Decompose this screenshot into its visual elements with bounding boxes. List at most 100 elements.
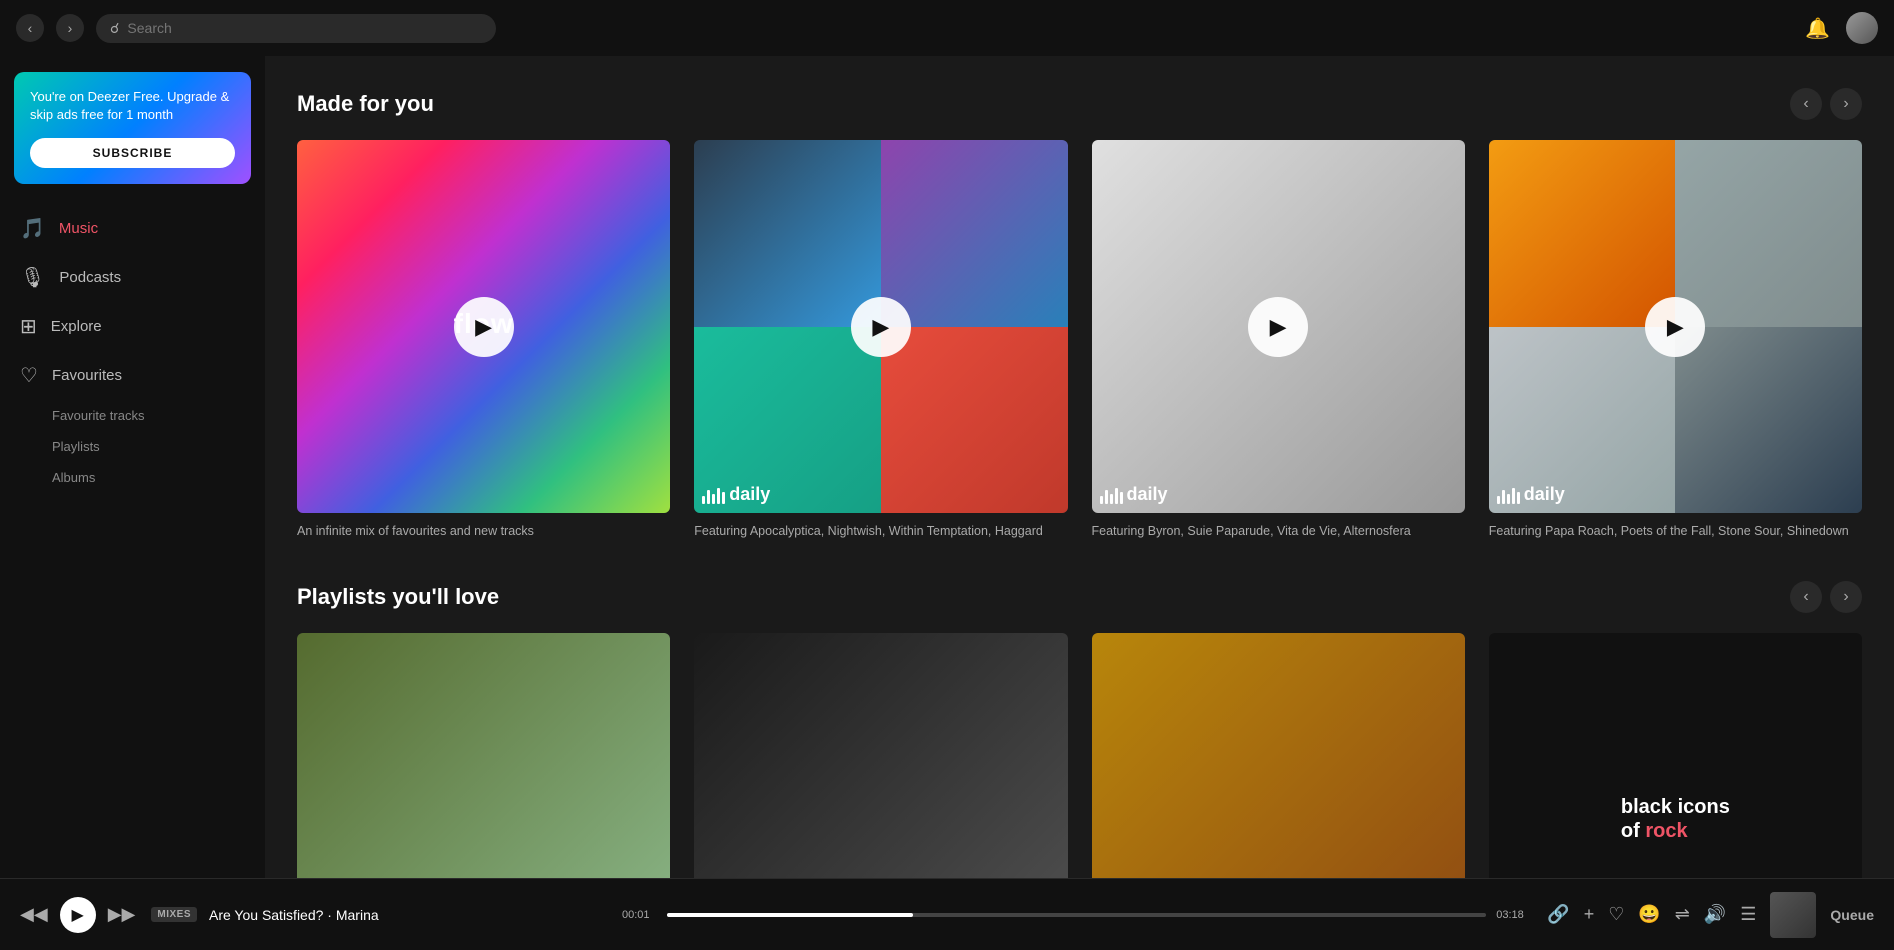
sidebar-item-podcasts[interactable]: 🎙 Podcasts (0, 253, 265, 302)
player-controls: ◀◀ ▶ ▶▶ (20, 897, 135, 933)
sidebar: You're on Deezer Free. Upgrade & skip ad… (0, 56, 265, 878)
progress-fill (667, 913, 913, 917)
sidebar-sub-favourite-tracks[interactable]: Favourite tracks (0, 400, 265, 431)
daily1-description: Featuring Apocalyptica, Nightwish, Withi… (694, 523, 1067, 541)
sidebar-sub-playlists[interactable]: Playlists (0, 431, 265, 462)
playlist1-thumbnail (297, 633, 670, 878)
playlists-love-prev-button[interactable]: ‹ (1790, 581, 1822, 613)
playlist4-thumbnail: black iconsof rock (1489, 633, 1862, 878)
daily2-play-overlay: ▶ (1092, 140, 1465, 513)
player-bar: ◀◀ ▶ ▶▶ MIXES Are You Satisfied? · Marin… (0, 878, 1894, 950)
emoji-icon: 😀 (1638, 904, 1660, 924)
equalizer-icon: ☰ (1740, 904, 1756, 924)
queue-button[interactable]: Queue (1830, 907, 1874, 923)
shuffle-icon: ⇌ (1675, 904, 1690, 924)
daily2-thumbnail: daily ▶ (1092, 140, 1465, 513)
back-button[interactable]: ‹ (16, 14, 44, 42)
made-for-you-grid: flow ▶ An infinite mix of favourites and… (297, 140, 1862, 541)
forward-button[interactable]: › (56, 14, 84, 42)
sidebar-sub-favourite-tracks-label: Favourite tracks (52, 408, 144, 423)
mixes-badge: MIXES (151, 907, 197, 922)
promo-text: You're on Deezer Free. Upgrade & skip ad… (30, 88, 235, 124)
volume-button[interactable]: 🔊 (1704, 904, 1726, 925)
daily3-play-overlay: ▶ (1489, 140, 1862, 513)
playlist4-image: black iconsof rock (1489, 633, 1862, 878)
avatar[interactable] (1846, 12, 1878, 44)
playlist3-card[interactable] (1092, 633, 1465, 878)
forward-icon: › (68, 20, 73, 36)
playlists-love-nav: ‹ › (1790, 581, 1862, 613)
like-button[interactable]: ♡ (1608, 904, 1624, 925)
music-icon: 🎵 (20, 216, 45, 241)
sidebar-item-favourites-label: Favourites (52, 367, 122, 384)
sidebar-item-favourites[interactable]: ♡ Favourites (0, 351, 265, 400)
playlists-love-next-button[interactable]: › (1830, 581, 1862, 613)
player-actions: 🔗 + ♡ 😀 ⇌ 🔊 ☰ Queue (1547, 892, 1874, 938)
notification-icon[interactable]: 🔔 (1805, 16, 1830, 41)
playlists-love-title: Playlists you'll love (297, 584, 499, 610)
skip-forward-button[interactable]: ▶▶ (108, 904, 136, 925)
explore-icon: ⊞ (20, 314, 37, 339)
daily1-card[interactable]: daily ▶ Featuring Apocalyptica, Nightwis… (694, 140, 1067, 541)
made-for-you-nav: ‹ › (1790, 88, 1862, 120)
sidebar-item-explore[interactable]: ⊞ Explore (0, 302, 265, 351)
playlist2-thumbnail (694, 633, 1067, 878)
subscribe-button[interactable]: SUBSCRIBE (30, 138, 235, 168)
flow-play-button[interactable]: ▶ (454, 297, 514, 357)
made-for-you-header: Made for you ‹ › (297, 88, 1862, 120)
daily3-description: Featuring Papa Roach, Poets of the Fall,… (1489, 523, 1862, 541)
daily3-thumbnail: daily ▶ (1489, 140, 1862, 513)
playlist1-card[interactable] (297, 633, 670, 878)
track-title: Are You Satisfied? · Marina (209, 907, 379, 923)
search-input[interactable] (127, 20, 482, 36)
progress-section: 00:01 03:18 (622, 909, 1531, 921)
skip-back-icon: ◀◀ (20, 904, 48, 925)
sidebar-sub-playlists-label: Playlists (52, 439, 100, 454)
volume-icon: 🔊 (1704, 904, 1726, 924)
search-bar: ☌ (96, 14, 496, 43)
topbar-right: 🔔 (1805, 12, 1878, 44)
playlist4-card[interactable]: black iconsof rock (1489, 633, 1862, 878)
made-for-you-prev-button[interactable]: ‹ (1790, 88, 1822, 120)
sidebar-item-music[interactable]: 🎵 Music (0, 204, 265, 253)
daily2-description: Featuring Byron, Suie Paparude, Vita de … (1092, 523, 1465, 541)
shuffle-button[interactable]: ⇌ (1675, 904, 1690, 925)
player-track-info: MIXES Are You Satisfied? · Marina (151, 907, 606, 923)
topbar: ‹ › ☌ 🔔 (0, 0, 1894, 56)
flow-thumbnail: flow ▶ (297, 140, 670, 513)
play-pause-button[interactable]: ▶ (60, 897, 96, 933)
playlist2-image (694, 633, 1067, 878)
daily2-card[interactable]: daily ▶ Featuring Byron, Suie Paparude, … (1092, 140, 1465, 541)
main-layout: You're on Deezer Free. Upgrade & skip ad… (0, 56, 1894, 878)
daily3-play-button[interactable]: ▶ (1645, 297, 1705, 357)
promo-card: You're on Deezer Free. Upgrade & skip ad… (14, 72, 251, 184)
made-for-you-next-button[interactable]: › (1830, 88, 1862, 120)
playlists-love-grid: black iconsof rock (297, 633, 1862, 878)
progress-bar[interactable] (667, 913, 1486, 917)
play-icon: ▶ (72, 905, 84, 925)
daily2-play-button[interactable]: ▶ (1248, 297, 1308, 357)
daily1-play-button[interactable]: ▶ (851, 297, 911, 357)
equalizer-button[interactable]: ☰ (1740, 904, 1756, 925)
link-icon: 🔗 (1547, 904, 1569, 924)
daily3-card[interactable]: daily ▶ Featuring Papa Roach, Poets of t… (1489, 140, 1862, 541)
time-current: 00:01 (622, 909, 657, 921)
playlists-love-header: Playlists you'll love ‹ › (297, 581, 1862, 613)
back-icon: ‹ (28, 20, 33, 36)
made-for-you-title: Made for you (297, 91, 434, 117)
sidebar-sub-albums-label: Albums (52, 470, 95, 485)
playlist4-text: black iconsof rock (1621, 795, 1730, 843)
add-button[interactable]: + (1584, 904, 1595, 925)
playlist1-image (297, 633, 670, 878)
emoji-button[interactable]: 😀 (1638, 904, 1660, 925)
daily1-play-overlay: ▶ (694, 140, 1067, 513)
playlist3-thumbnail (1092, 633, 1465, 878)
skip-back-button[interactable]: ◀◀ (20, 904, 48, 925)
content-area: Made for you ‹ › flow ▶ An infinite mix … (265, 56, 1894, 878)
podcasts-icon: 🎙 (20, 265, 45, 290)
sidebar-sub-albums[interactable]: Albums (0, 462, 265, 493)
flow-card[interactable]: flow ▶ An infinite mix of favourites and… (297, 140, 670, 541)
link-button[interactable]: 🔗 (1547, 904, 1569, 925)
sidebar-item-music-label: Music (59, 220, 98, 237)
playlist2-card[interactable] (694, 633, 1067, 878)
